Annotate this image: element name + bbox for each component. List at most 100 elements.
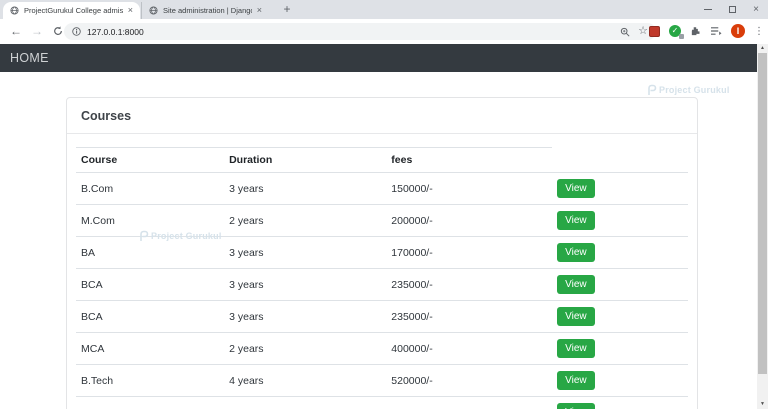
tab-title: Site administration | Django site xyxy=(163,6,252,15)
action-cell: View xyxy=(552,268,688,301)
tab-close-icon[interactable]: × xyxy=(257,6,262,15)
projectgurukul-logo-icon xyxy=(648,84,657,95)
bookmark-star-icon[interactable]: ☆ xyxy=(638,26,648,37)
fees-cell: 150000/- xyxy=(386,172,553,205)
table-body: B.Com 3 years 150000/- View M.Com 2 year… xyxy=(76,172,688,409)
globe-favicon-icon xyxy=(10,6,19,15)
header-course: Course xyxy=(76,147,225,173)
course-cell: BCA xyxy=(76,268,225,301)
browser-window: ProjectGurukul College admissio × Site a… xyxy=(0,0,768,409)
site-info-icon[interactable] xyxy=(72,27,81,36)
scroll-up-icon[interactable]: ▲ xyxy=(757,44,768,53)
course-cell: MCA xyxy=(76,332,225,365)
action-cell: View xyxy=(552,300,688,333)
table-header-row: Course Duration fees xyxy=(76,147,688,173)
zoom-icon[interactable] xyxy=(620,27,630,37)
reading-list-icon[interactable] xyxy=(710,26,722,36)
antivirus-extension-icon[interactable]: ✓ xyxy=(669,25,684,39)
scrollbar-thumb[interactable] xyxy=(758,53,767,374)
fees-cell: 520000/- xyxy=(386,364,553,397)
view-button[interactable]: View xyxy=(557,371,595,390)
header-fees: fees xyxy=(386,147,553,173)
duration-cell: 4 years xyxy=(224,364,387,397)
course-cell: M.Com xyxy=(76,204,225,237)
table-row: BA 3 years 170000/- View xyxy=(76,236,688,269)
table-row: B.Tech 4 years 520000/- View xyxy=(76,364,688,397)
view-button[interactable]: View xyxy=(557,211,595,230)
fees-cell: 235000/- xyxy=(386,268,553,301)
url-text: 127.0.0.1:8000 xyxy=(87,26,144,37)
page-scrollbar[interactable]: ▲ ▼ xyxy=(757,44,768,409)
adblock-extension-icon[interactable] xyxy=(649,25,660,37)
window-minimize-button[interactable] xyxy=(696,0,720,19)
watermark-top: Project Gurukul xyxy=(646,84,730,96)
fees-cell: 235000/- xyxy=(386,300,553,333)
minimize-icon xyxy=(704,9,712,10)
course-cell: BA xyxy=(76,236,225,269)
window-maximize-button[interactable] xyxy=(720,0,744,19)
reload-icon xyxy=(54,26,62,35)
course-cell: B.Com xyxy=(76,172,225,205)
view-button[interactable]: View xyxy=(557,275,595,294)
view-button[interactable]: View xyxy=(557,403,595,409)
new-tab-button[interactable]: + xyxy=(279,2,295,18)
action-cell: View xyxy=(552,332,688,365)
view-button[interactable]: View xyxy=(557,243,595,262)
action-cell: View xyxy=(552,172,688,205)
fees-cell: 200000/- xyxy=(386,204,553,237)
table-row: B.Com 3 years 150000/- View xyxy=(76,172,688,205)
globe-favicon-icon xyxy=(149,6,158,15)
view-button[interactable]: View xyxy=(557,179,595,198)
tab-django-admin[interactable]: Site administration | Django site × xyxy=(141,2,269,19)
table-row: View xyxy=(76,396,688,409)
table-row: BCA 3 years 235000/- View xyxy=(76,300,688,333)
forward-button[interactable]: → xyxy=(28,22,46,40)
extensions-area: ✓ I ⋮ xyxy=(649,22,764,40)
tab-close-icon[interactable]: × xyxy=(128,6,133,15)
table-row: BCA 3 years 235000/- View xyxy=(76,268,688,301)
duration-cell: 3 years xyxy=(224,268,387,301)
card-title: Courses xyxy=(67,98,697,134)
extensions-puzzle-icon[interactable] xyxy=(690,26,701,37)
header-duration: Duration xyxy=(224,147,387,173)
window-controls: × xyxy=(696,0,768,19)
duration-cell: 3 years xyxy=(224,300,387,333)
scroll-down-icon[interactable]: ▼ xyxy=(757,400,768,409)
maximize-icon xyxy=(728,6,736,13)
action-cell: View xyxy=(552,396,688,409)
site-navbar: HOME xyxy=(0,44,768,72)
tab-title: ProjectGurukul College admissio xyxy=(24,6,123,15)
course-cell xyxy=(76,396,225,409)
page-content: Project Gurukul Project Gurukul Courses … xyxy=(0,72,757,409)
view-button[interactable]: View xyxy=(557,307,595,326)
window-close-button[interactable]: × xyxy=(744,0,768,19)
duration-cell xyxy=(224,396,387,409)
duration-cell: 3 years xyxy=(224,236,387,269)
card-body: Course Duration fees B.Com 3 years 15000… xyxy=(67,134,697,409)
tab-projectgurukul[interactable]: ProjectGurukul College admissio × xyxy=(3,2,140,19)
duration-cell: 2 years xyxy=(224,332,387,365)
browser-menu-icon[interactable]: ⋮ xyxy=(754,26,764,37)
fees-cell: 400000/- xyxy=(386,332,553,365)
course-cell: B.Tech xyxy=(76,364,225,397)
duration-cell: 2 years xyxy=(224,204,387,237)
courses-card: Courses Course Duration fees B.Com 3 yea… xyxy=(66,97,698,409)
view-button[interactable]: View xyxy=(557,339,595,358)
address-bar[interactable]: 127.0.0.1:8000 ☆ xyxy=(64,23,656,40)
action-cell: View xyxy=(552,204,688,237)
browser-toolbar: ← → 127.0.0.1:8000 ☆ ✓ I ⋮ xyxy=(0,19,768,44)
table-row: M.Com 2 years 200000/- View xyxy=(76,204,688,237)
fees-cell: 170000/- xyxy=(386,236,553,269)
table-row: MCA 2 years 400000/- View xyxy=(76,332,688,365)
back-button[interactable]: ← xyxy=(7,22,25,40)
courses-table: Course Duration fees B.Com 3 years 15000… xyxy=(76,147,688,409)
profile-avatar[interactable]: I xyxy=(731,24,745,38)
nav-home-link[interactable]: HOME xyxy=(10,51,49,65)
fees-cell xyxy=(386,396,553,409)
duration-cell: 3 years xyxy=(224,172,387,205)
course-cell: BCA xyxy=(76,300,225,333)
action-cell: View xyxy=(552,364,688,397)
close-icon: × xyxy=(753,3,759,15)
action-cell: View xyxy=(552,236,688,269)
extension-badge xyxy=(679,34,684,39)
